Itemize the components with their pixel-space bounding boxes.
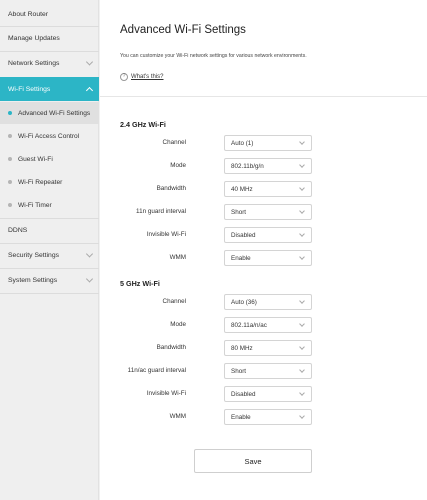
sub-item-guest-wifi[interactable]: Guest Wi-Fi <box>0 148 99 170</box>
sub-item-advanced-wifi[interactable]: Advanced Wi-Fi Settings <box>0 102 99 124</box>
mode-24-select[interactable]: 802.11b/g/n <box>224 158 312 174</box>
select-value: Enable <box>231 413 251 421</box>
nav-security-settings[interactable]: Security Settings <box>0 243 99 267</box>
field-label: Invisible Wi-Fi <box>146 390 186 397</box>
help-icon: ? <box>120 73 128 81</box>
field-label: WMM <box>169 413 186 420</box>
invisible-wifi-5-select[interactable]: Disabled <box>224 386 312 402</box>
chevron-down-icon <box>299 367 305 373</box>
chevron-down-icon <box>299 254 305 260</box>
sub-item-wifi-repeater[interactable]: Wi-Fi Repeater <box>0 171 99 193</box>
sub-item-label: Wi-Fi Timer <box>18 201 52 209</box>
bullet-icon <box>8 111 12 115</box>
bullet-icon <box>8 180 12 184</box>
section-title-24ghz: 2.4 GHz Wi-Fi <box>120 120 166 129</box>
nav-ddns-label: DDNS <box>8 226 28 234</box>
select-value: 80 MHz <box>231 344 253 352</box>
nav-wifi-settings-label: Wi-Fi Settings <box>8 85 51 93</box>
chevron-down-icon <box>299 231 305 237</box>
chevron-down-icon <box>85 58 94 66</box>
field-label: Channel <box>162 298 186 305</box>
chevron-down-icon <box>85 275 94 283</box>
select-value: Short <box>231 367 247 375</box>
bandwidth-5-select[interactable]: 80 MHz <box>224 340 312 356</box>
select-value: Auto (1) <box>231 139 254 147</box>
page-description: You can customize your Wi-Fi network set… <box>120 53 307 59</box>
field-label: Bandwidth <box>156 344 186 351</box>
page-header: Advanced Wi-Fi Settings You can customiz… <box>100 0 427 97</box>
sub-item-label: Guest Wi-Fi <box>18 155 53 163</box>
whats-this-link[interactable]: ? What's this? <box>120 73 164 81</box>
field-label: Bandwidth <box>156 185 186 192</box>
nav-security-settings-label: Security Settings <box>8 251 59 259</box>
channel-5-select[interactable]: Auto (36) <box>224 294 312 310</box>
wmm-5-select[interactable]: Enable <box>224 409 312 425</box>
select-value: Disabled <box>231 390 256 398</box>
nav-about-router[interactable]: About Router <box>0 2 99 26</box>
guard-interval-24-select[interactable]: Short <box>224 204 312 220</box>
sub-item-label: Wi-Fi Repeater <box>18 178 63 186</box>
select-value: 40 MHz <box>231 185 253 193</box>
nav-wifi-settings[interactable]: Wi-Fi Settings <box>0 77 99 101</box>
page-title: Advanced Wi-Fi Settings <box>120 24 246 36</box>
sub-item-label: Advanced Wi-Fi Settings <box>18 109 91 117</box>
select-value: Auto (36) <box>231 298 257 306</box>
field-label: 11n guard interval <box>136 208 186 215</box>
select-value: 802.11a/n/ac <box>231 321 267 329</box>
field-label: Mode <box>170 162 186 169</box>
mode-5-select[interactable]: 802.11a/n/ac <box>224 317 312 333</box>
save-button[interactable]: Save <box>194 449 312 473</box>
chevron-down-icon <box>299 413 305 419</box>
field-label: Invisible Wi-Fi <box>146 231 186 238</box>
bullet-icon <box>8 203 12 207</box>
chevron-down-icon <box>299 185 305 191</box>
select-value: Disabled <box>231 231 256 239</box>
field-label: 11n/ac guard interval <box>127 367 186 374</box>
field-label: Channel <box>162 139 186 146</box>
channel-24-select[interactable]: Auto (1) <box>224 135 312 151</box>
chevron-down-icon <box>299 162 305 168</box>
chevron-down-icon <box>85 250 94 258</box>
nav-about-router-label: About Router <box>8 10 49 18</box>
nav-manage-updates[interactable]: Manage Updates <box>0 26 99 50</box>
nav-ddns[interactable]: DDNS <box>0 218 99 242</box>
whats-this-label: What's this? <box>131 74 164 80</box>
wmm-24-select[interactable]: Enable <box>224 250 312 266</box>
chevron-down-icon <box>299 139 305 145</box>
invisible-wifi-24-select[interactable]: Disabled <box>224 227 312 243</box>
guard-interval-5-select[interactable]: Short <box>224 363 312 379</box>
chevron-down-icon <box>299 390 305 396</box>
field-label: WMM <box>169 254 186 261</box>
chevron-up-icon <box>85 86 94 95</box>
chevron-down-icon <box>299 208 305 214</box>
divider <box>0 293 99 294</box>
bullet-icon <box>8 134 12 138</box>
chevron-down-icon <box>299 298 305 304</box>
nav-system-settings-label: System Settings <box>8 276 58 284</box>
sub-item-label: Wi-Fi Access Control <box>18 132 80 140</box>
sub-item-wifi-timer[interactable]: Wi-Fi Timer <box>0 194 99 216</box>
nav-network-settings-label: Network Settings <box>8 59 60 67</box>
bullet-icon <box>8 157 12 161</box>
select-value: Enable <box>231 254 251 262</box>
sub-item-wifi-access-control[interactable]: Wi-Fi Access Control <box>0 125 99 147</box>
bandwidth-24-select[interactable]: 40 MHz <box>224 181 312 197</box>
nav-manage-updates-label: Manage Updates <box>8 34 60 42</box>
chevron-down-icon <box>299 321 305 327</box>
section-title-5ghz: 5 GHz Wi-Fi <box>120 279 160 288</box>
field-label: Mode <box>170 321 186 328</box>
sidebar: About Router Manage Updates Network Sett… <box>0 0 99 500</box>
main-panel: Advanced Wi-Fi Settings You can customiz… <box>100 0 427 500</box>
select-value: Short <box>231 208 247 216</box>
chevron-down-icon <box>299 344 305 350</box>
nav-network-settings[interactable]: Network Settings <box>0 51 99 75</box>
select-value: 802.11b/g/n <box>231 162 264 170</box>
nav-system-settings[interactable]: System Settings <box>0 268 99 292</box>
